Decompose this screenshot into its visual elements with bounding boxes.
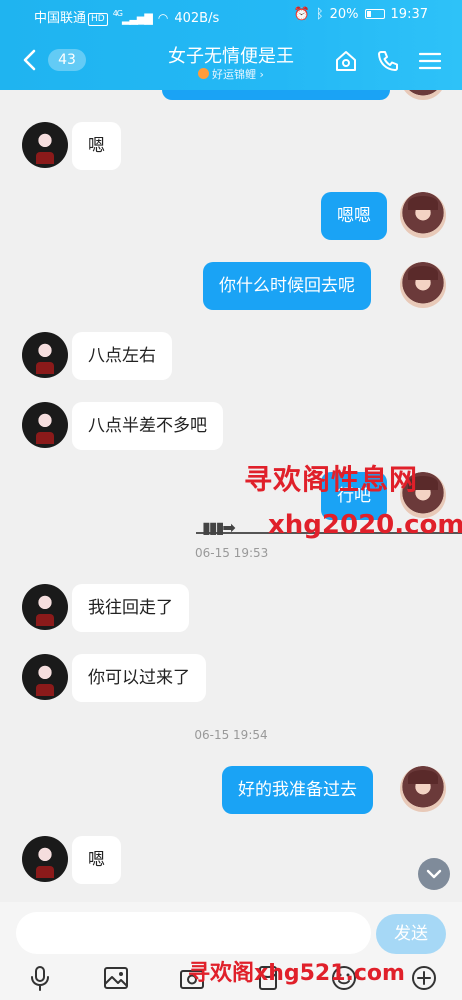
send-button[interactable]: 发送	[376, 914, 446, 954]
watermark-bottom: 寻欢阁xhg521.com	[188, 961, 405, 986]
message-bubble[interactable]: 我往回走了	[72, 584, 189, 632]
signal-icon: 4G▂▃▅▇	[112, 9, 153, 25]
carrier-label: 中国联通	[34, 11, 87, 26]
arrow-right-icon: ▮▮▮➡	[202, 518, 236, 537]
message-bubble[interactable]: 嗯	[72, 122, 121, 170]
contact-avatar[interactable]	[22, 402, 68, 448]
contact-avatar[interactable]	[22, 836, 68, 882]
timestamp: 06-15 19:54	[194, 728, 268, 742]
input-bar: 发送	[0, 902, 462, 962]
wifi-icon: ◠	[157, 11, 169, 25]
nav-bar: 43 女子无情便是王 好运锦鲤 ›	[0, 34, 462, 90]
home-icon	[336, 51, 356, 71]
my-avatar[interactable]	[400, 262, 446, 308]
message-bubble[interactable]: 嗯嗯	[321, 192, 387, 240]
net-speed: 402B/s	[174, 11, 220, 26]
message-bubble[interactable]: 你什么时候回去呢	[203, 262, 371, 310]
my-avatar[interactable]	[400, 90, 446, 100]
my-avatar[interactable]	[400, 192, 446, 238]
clock: 19:37	[390, 7, 428, 22]
chat-header: 中国联通 HD 4G▂▃▅▇ ◠ 402B/s ⏰ ᛒ 20% 19:37 43 女子无情便是…	[0, 0, 462, 90]
message-bubble[interactable]: 嗯	[72, 836, 121, 884]
timestamp: 06-15 19:53	[195, 546, 269, 560]
message-bubble[interactable]: 八点半差不多吧	[72, 402, 223, 450]
chevron-down-icon	[426, 869, 442, 879]
phone-icon	[378, 51, 398, 71]
message-input[interactable]	[16, 912, 371, 954]
bluetooth-icon: ᛒ	[315, 7, 324, 22]
contact-avatar[interactable]	[22, 332, 68, 378]
message-list[interactable]: 嗯 嗯嗯 你什么时候回去呢 八点左右 八点半差不多吧 行吧 寻欢阁性息网 ▮▮▮…	[0, 90, 462, 902]
menu-icon	[418, 52, 442, 70]
contact-avatar[interactable]	[22, 654, 68, 700]
message-bubble-partial[interactable]	[162, 90, 390, 100]
plus-circle-icon	[412, 966, 436, 990]
contact-avatar[interactable]	[22, 584, 68, 630]
microphone-icon	[31, 966, 49, 991]
image-icon	[104, 967, 128, 989]
koi-icon	[198, 68, 210, 79]
message-bubble[interactable]: 你可以过来了	[72, 654, 206, 702]
home-button[interactable]	[333, 48, 359, 74]
status-left: 中国联通 HD 4G▂▃▅▇ ◠ 402B/s	[34, 7, 219, 26]
contact-avatar[interactable]	[22, 122, 68, 168]
call-button[interactable]	[375, 48, 401, 74]
photo-button[interactable]	[102, 964, 130, 992]
message-bubble[interactable]: 好的我准备过去	[222, 766, 373, 814]
message-bubble[interactable]: 八点左右	[72, 332, 172, 380]
battery-percent: 20%	[329, 7, 359, 22]
my-avatar[interactable]	[400, 766, 446, 812]
menu-button[interactable]	[417, 48, 443, 74]
battery-icon	[364, 9, 385, 19]
voice-button[interactable]	[26, 964, 54, 992]
watermark-url: xhg2020.com	[268, 510, 462, 540]
hd-badge: HD	[88, 13, 108, 26]
status-bar: 中国联通 HD 4G▂▃▅▇ ◠ 402B/s ⏰ ᛒ 20% 19:37	[0, 0, 462, 32]
more-button[interactable]	[410, 964, 438, 992]
alarm-icon: ⏰	[293, 7, 310, 22]
watermark-text: 寻欢阁性息网	[244, 463, 419, 496]
scroll-to-bottom-button[interactable]	[418, 858, 450, 890]
status-right: ⏰ ᛒ 20% 19:37	[288, 7, 428, 22]
